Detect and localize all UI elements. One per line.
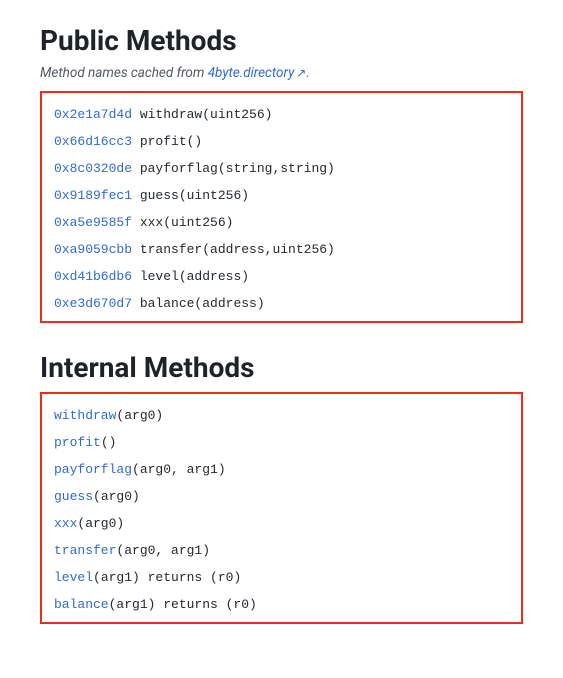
method-signature: balance(address) <box>140 296 265 311</box>
internal-method-row: payforflag(arg0, arg1) <box>54 456 509 483</box>
method-selector[interactable]: 0x2e1a7d4d <box>54 107 132 122</box>
method-selector[interactable]: 0xa5e9585f <box>54 215 132 230</box>
internal-method-args: (arg0) <box>77 516 124 531</box>
public-method-row: 0xe3d670d7 balance(address) <box>54 290 509 317</box>
method-selector[interactable]: 0x66d16cc3 <box>54 134 132 149</box>
internal-method-args: (arg0) <box>116 408 163 423</box>
method-selector[interactable]: 0xd41b6db6 <box>54 269 132 284</box>
public-method-row: 0x9189fec1 guess(uint256) <box>54 182 509 209</box>
internal-method-name[interactable]: balance <box>54 597 109 612</box>
internal-methods-heading: Internal Methods <box>40 351 523 384</box>
external-link-icon: ↗ <box>296 66 306 80</box>
public-methods-heading: Public Methods <box>40 24 523 57</box>
internal-method-row: xxx(arg0) <box>54 510 509 537</box>
method-signature: payforflag(string,string) <box>140 161 335 176</box>
public-method-row: 0x8c0320de payforflag(string,string) <box>54 155 509 182</box>
internal-methods-panel: withdraw(arg0)profit()payforflag(arg0, a… <box>40 392 523 624</box>
method-signature: transfer(address,uint256) <box>140 242 335 257</box>
public-methods-caption: Method names cached from 4byte.directory… <box>40 65 523 81</box>
public-method-row: 0x66d16cc3 profit() <box>54 128 509 155</box>
internal-method-row: balance(arg1) returns (r0) <box>54 591 509 618</box>
method-signature: guess(uint256) <box>140 188 249 203</box>
public-method-row: 0xa9059cbb transfer(address,uint256) <box>54 236 509 263</box>
method-signature: withdraw(uint256) <box>140 107 273 122</box>
internal-method-args: (arg0, arg1) <box>116 543 210 558</box>
method-selector[interactable]: 0xa9059cbb <box>54 242 132 257</box>
public-methods-panel: 0x2e1a7d4d withdraw(uint256)0x66d16cc3 p… <box>40 91 523 323</box>
caption-prefix: Method names cached from <box>40 65 208 81</box>
method-signature: level(address) <box>140 269 249 284</box>
internal-method-name[interactable]: guess <box>54 489 93 504</box>
internal-method-name[interactable]: profit <box>54 435 101 450</box>
internal-method-name[interactable]: withdraw <box>54 408 116 423</box>
internal-method-args: (arg0) <box>93 489 140 504</box>
method-selector[interactable]: 0xe3d670d7 <box>54 296 132 311</box>
internal-method-name[interactable]: xxx <box>54 516 77 531</box>
public-method-row: 0x2e1a7d4d withdraw(uint256) <box>54 101 509 128</box>
internal-method-args: (arg1) returns (r0) <box>93 570 241 585</box>
internal-method-name[interactable]: payforflag <box>54 462 132 477</box>
internal-method-name[interactable]: level <box>54 570 93 585</box>
public-method-row: 0xd41b6db6 level(address) <box>54 263 509 290</box>
fourbyte-link-text: 4byte.directory <box>208 65 295 81</box>
internal-method-args: (arg1) returns (r0) <box>109 597 257 612</box>
method-signature: xxx(uint256) <box>140 215 234 230</box>
caption-suffix: . <box>306 65 309 81</box>
internal-method-row: level(arg1) returns (r0) <box>54 564 509 591</box>
internal-method-row: profit() <box>54 429 509 456</box>
internal-method-args: (arg0, arg1) <box>132 462 226 477</box>
internal-method-row: guess(arg0) <box>54 483 509 510</box>
internal-method-row: transfer(arg0, arg1) <box>54 537 509 564</box>
internal-method-args: () <box>101 435 117 450</box>
public-method-row: 0xa5e9585f xxx(uint256) <box>54 209 509 236</box>
method-selector[interactable]: 0x9189fec1 <box>54 188 132 203</box>
method-signature: profit() <box>140 134 202 149</box>
internal-method-row: withdraw(arg0) <box>54 402 509 429</box>
internal-method-name[interactable]: transfer <box>54 543 116 558</box>
method-selector[interactable]: 0x8c0320de <box>54 161 132 176</box>
fourbyte-link[interactable]: 4byte.directory↗ <box>208 65 307 81</box>
